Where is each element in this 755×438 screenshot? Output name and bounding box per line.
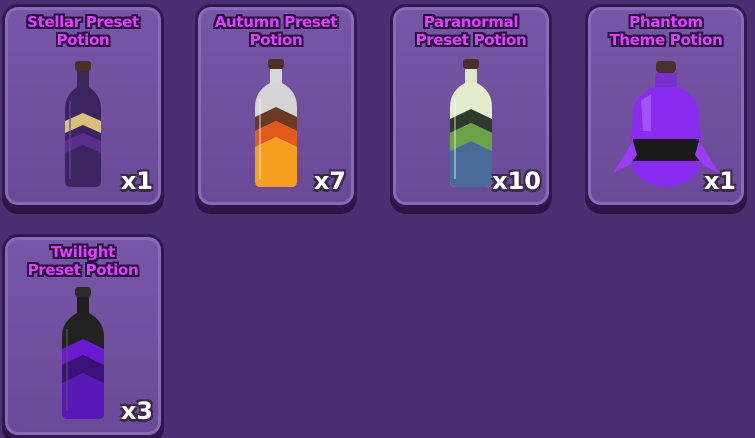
item-quantity: x1	[120, 167, 153, 195]
item-quantity: x3	[120, 397, 153, 425]
autumn-preset-potion-icon	[251, 59, 301, 189]
item-quantity: x1	[703, 167, 736, 195]
inventory-slot-paranormal-preset-potion[interactable]: Paranormal Preset Potion x10	[390, 4, 552, 208]
item-name: Twilight Preset Potion	[27, 243, 139, 279]
item-name: Phantom Theme Potion	[609, 13, 723, 49]
paranormal-preset-potion-icon	[446, 59, 496, 189]
twilight-preset-potion-icon	[58, 287, 108, 421]
stellar-preset-potion-icon	[61, 61, 105, 189]
item-quantity: x7	[313, 167, 346, 195]
item-quantity: x10	[492, 167, 541, 195]
item-name: Stellar Preset Potion	[27, 13, 139, 49]
inventory-slot-autumn-preset-potion[interactable]: Autumn Preset Potion x7	[195, 4, 357, 208]
inventory-slot-phantom-theme-potion[interactable]: Phantom Theme Potion x1	[585, 4, 747, 208]
item-name: Paranormal Preset Potion	[415, 13, 527, 49]
inventory-slot-twilight-preset-potion[interactable]: Twilight Preset Potion x3	[2, 234, 164, 438]
item-name: Autumn Preset Potion	[214, 13, 338, 49]
inventory-slot-stellar-preset-potion[interactable]: Stellar Preset Potion x1	[2, 4, 164, 208]
